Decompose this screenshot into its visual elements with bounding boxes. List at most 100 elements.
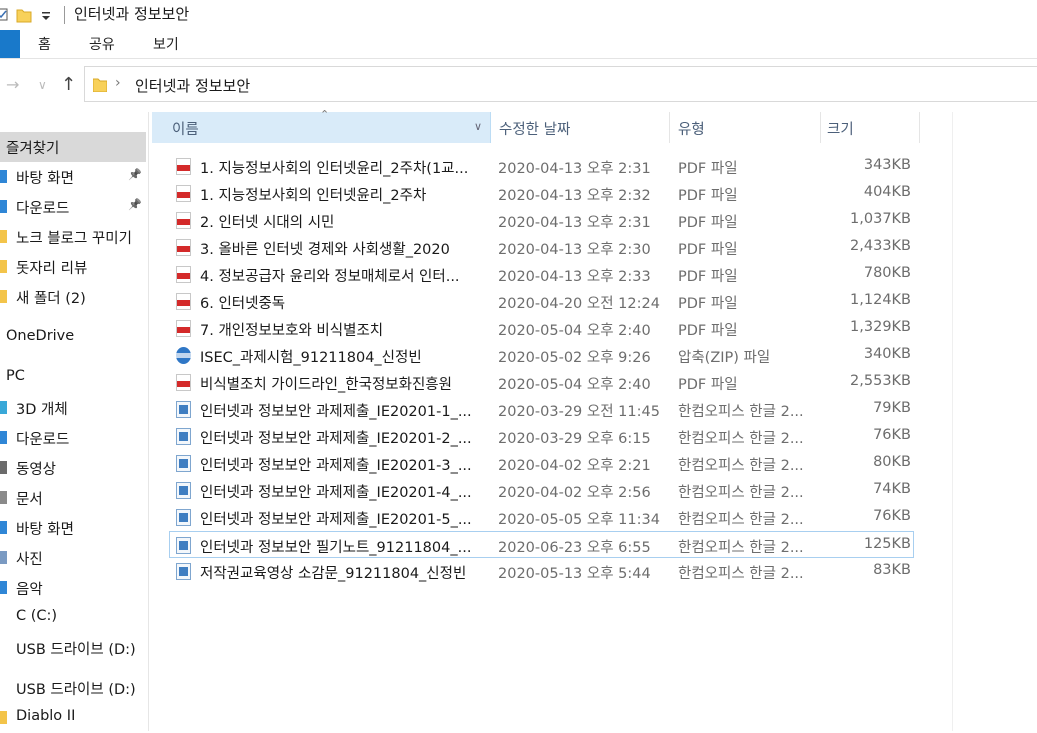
sidebar-item[interactable]: 음악 [0, 573, 146, 603]
sidebar-item[interactable]: USB 드라이브 (D:) [0, 633, 146, 663]
customize-toolbar-dropdown-icon[interactable] [40, 6, 52, 24]
up-arrow-icon[interactable]: ↑ [61, 74, 76, 95]
file-name: 인터넷과 정보보안 과제제출_IE20201-3_... [200, 458, 472, 474]
file-row[interactable]: 4. 정보공급자 윤리와 정보매체로서 인터... 2020-04-13 오후 2… [170, 261, 915, 288]
file-type: PDF 파일 [678, 323, 738, 339]
forward-arrow-icon[interactable]: → [6, 75, 19, 94]
file-row[interactable]: 인터넷과 정보보안 과제제출_IE20201-5_... 2020-05-05 오… [170, 504, 915, 531]
file-date: 2020-04-13 오후 2:31 [498, 215, 651, 231]
file-row[interactable]: 인터넷과 정보보안 과제제출_IE20201-1_... 2020-03-29 오… [170, 396, 915, 423]
sidebar-item[interactable]: 바탕 화면 [0, 513, 146, 543]
file-row[interactable]: 비식별조치 가이드라인_한국정보화진흥원 2020-05-04 오후 2:40 PD… [170, 369, 915, 396]
file-row[interactable]: 인터넷과 정보보안 과제제출_IE20201-3_... 2020-04-02 오… [170, 450, 915, 477]
file-name: 6. 인터넷중독 [200, 296, 286, 312]
file-row[interactable]: 인터넷과 정보보안 과제제출_IE20201-4_... 2020-04-02 오… [170, 477, 915, 504]
tab-view[interactable]: 보기 [153, 34, 179, 54]
desktop-icon [0, 521, 7, 534]
sidebar-item[interactable]: 노크 블로그 꾸미기 [0, 222, 146, 252]
sidebar-item-label: USB 드라이브 (D:) [16, 682, 136, 698]
sidebar-item[interactable]: OneDrive [0, 323, 146, 353]
file-tab[interactable] [0, 30, 20, 58]
file-row[interactable]: 7. 개인정보보호와 비식별조치 2020-05-04 오후 2:40 PDF 파일… [170, 315, 915, 342]
file-size: 1,037KB [850, 211, 911, 227]
file-size: 83KB [873, 562, 911, 578]
file-name: 인터넷과 정보보안 과제제출_IE20201-5_... [200, 512, 472, 528]
sidebar-item[interactable]: 동영상 [0, 453, 146, 483]
sidebar-item[interactable]: 사진 [0, 543, 146, 573]
file-row[interactable]: 저작권교육영상 소감문_91211804_신정빈 2020-05-13 오후 5:… [170, 558, 915, 585]
file-type: 한컴오피스 한글 2... [678, 404, 804, 420]
column-divider[interactable] [919, 112, 920, 143]
file-icon-mark [179, 486, 188, 495]
sidebar-item[interactable]: 돗자리 리뷰 [0, 252, 146, 282]
file-type: 한컴오피스 한글 2... [678, 512, 804, 528]
column-date-label: 수정한 날짜 [499, 122, 571, 138]
pin-icon[interactable]: 📌 [128, 198, 142, 211]
file-row[interactable]: ISEC_과제시험_91211804_신정빈 2020-05-02 오후 9:26… [170, 342, 915, 369]
file-date: 2020-05-02 오후 9:26 [498, 350, 651, 366]
file-size: 2,433KB [850, 238, 911, 254]
sidebar-item[interactable]: 문서 [0, 483, 146, 513]
pdf-file-icon [176, 158, 191, 175]
pdf-file-icon [176, 185, 191, 202]
column-name-header[interactable]: 이름 ⌃ ∨ [152, 108, 491, 143]
file-date: 2020-04-13 오후 2:33 [498, 269, 651, 285]
file-icon-mark [177, 273, 190, 279]
file-type: PDF 파일 [678, 215, 738, 231]
sidebar-item-label: 바탕 화면 [16, 171, 74, 187]
sidebar-item[interactable]: Diablo II [0, 703, 146, 733]
sidebar-item-label: 바탕 화면 [16, 522, 74, 538]
file-icon-mark [179, 459, 188, 468]
file-row[interactable]: 3. 올바른 인터넷 경제와 사회생활_2020 2020-04-13 오후 2:… [170, 234, 915, 261]
sidebar-item[interactable]: USB 드라이브 (D:) [0, 673, 146, 703]
file-name: 1. 지능정보사회의 인터넷윤리_2주차 [200, 188, 427, 204]
pdf-file-icon [176, 374, 191, 391]
column-type-header[interactable]: 유형 [670, 112, 820, 143]
file-name: 인터넷과 정보보안 과제제출_IE20201-4_... [200, 485, 472, 501]
file-type: 한컴오피스 한글 2... [678, 431, 804, 447]
pdf-file-icon [176, 320, 191, 337]
sidebar-item[interactable]: 3D 개체 [0, 393, 146, 423]
breadcrumb-current[interactable]: 인터넷과 정보보안 [135, 75, 250, 96]
file-row[interactable]: 인터넷과 정보보안 필기노트_91211804_... 2020-06-23 오후… [169, 531, 914, 558]
folder-icon [92, 77, 108, 96]
sidebar-item[interactable]: 새 폴더 (2) [0, 282, 146, 312]
breadcrumb-chevron-icon[interactable]: › [115, 75, 121, 91]
file-row[interactable]: 1. 지능정보사회의 인터넷윤리_2주차(1교... 2020-04-13 오후 … [170, 153, 915, 180]
column-size-header[interactable]: 크기 [821, 112, 919, 143]
file-date: 2020-04-02 오후 2:56 [498, 485, 651, 501]
sidebar-item[interactable]: 즐겨찾기 [0, 132, 146, 162]
tab-share[interactable]: 공유 [89, 34, 115, 54]
file-icon-mark [177, 327, 190, 333]
file-type: 압축(ZIP) 파일 [678, 350, 771, 366]
file-size: 80KB [873, 454, 911, 470]
pin-icon[interactable]: 📌 [128, 168, 142, 181]
column-filter-chevron-icon[interactable]: ∨ [474, 120, 482, 133]
new-folder-icon[interactable] [16, 6, 32, 24]
address-bar[interactable]: › 인터넷과 정보보안 [84, 66, 1037, 102]
file-row[interactable]: 2. 인터넷 시대의 시민 2020-04-13 오후 2:31 PDF 파일 1,0… [170, 207, 915, 234]
sidebar-item[interactable]: 바탕 화면 📌 [0, 162, 146, 192]
sidebar-item[interactable]: C (C:) [0, 603, 146, 633]
file-icon-mark [177, 246, 190, 252]
column-size-label: 크기 [827, 122, 854, 138]
file-row[interactable]: 1. 지능정보사회의 인터넷윤리_2주차 2020-04-13 오후 2:32 PD… [170, 180, 915, 207]
cube-icon [0, 401, 7, 414]
recent-locations-chevron-icon[interactable]: ∨ [38, 78, 47, 92]
column-date-header[interactable]: 수정한 날짜 [491, 112, 669, 143]
download-icon [0, 431, 7, 444]
column-header-row: 이름 ⌃ ∨ 수정한 날짜 유형 크기 [152, 108, 922, 144]
file-row[interactable]: 인터넷과 정보보안 과제제출_IE20201-2_... 2020-03-29 오… [170, 423, 915, 450]
tab-home[interactable]: 홈 [38, 34, 51, 54]
navigation-bar: → ∨ ↑ › 인터넷과 정보보안 [0, 66, 1037, 104]
file-size: 343KB [863, 157, 911, 173]
usb-drive-icon [0, 681, 7, 694]
sidebar-item[interactable]: 다운로드 [0, 423, 146, 453]
properties-checkbox-icon[interactable] [0, 6, 8, 24]
sidebar-item[interactable]: 다운로드 📌 [0, 192, 146, 222]
file-date: 2020-04-13 오후 2:31 [498, 161, 651, 177]
file-date: 2020-03-29 오후 6:15 [498, 431, 651, 447]
file-row[interactable]: 6. 인터넷중독 2020-04-20 오전 12:24 PDF 파일 1,124KB [170, 288, 915, 315]
column-type-label: 유형 [678, 122, 705, 138]
sidebar-item[interactable]: PC [0, 363, 146, 393]
